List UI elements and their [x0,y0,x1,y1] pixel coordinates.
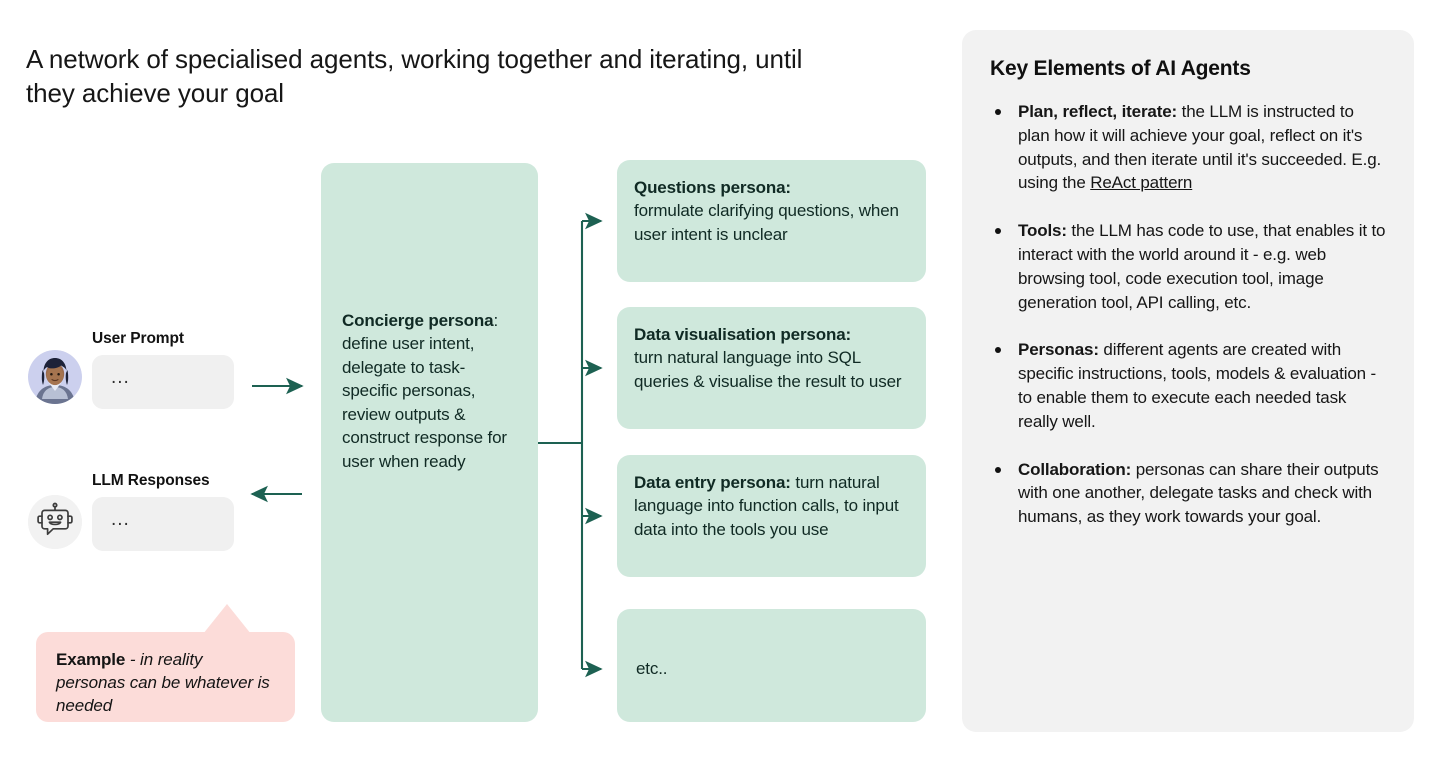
concierge-heading-suffix: : [493,311,499,330]
key-item-text: the LLM has code to use, that enables it… [1018,221,1386,312]
user-avatar [28,350,82,404]
robot-chat-bubble-icon [28,495,82,549]
questions-persona-heading: Questions persona: [634,178,791,197]
data-visualisation-persona-body: turn natural language into SQL queries &… [634,348,902,391]
key-item-term: Collaboration: [1018,459,1132,479]
diagram-canvas: A network of specialised agents, working… [0,0,1440,762]
user-avatar-photo-icon [28,350,82,404]
key-item-tools: Tools: the LLM has code to use, that ena… [990,219,1386,314]
data-entry-persona-box: Data entry persona: turn natural languag… [617,455,926,577]
etc-box: etc.. [617,609,926,722]
questions-persona-body: formulate clarifying questions, when use… [634,201,899,244]
example-callout-tail [203,604,251,634]
questions-persona-box: Questions persona: formulate clarifying … [617,160,926,282]
page-title: A network of specialised agents, working… [26,44,803,109]
bullet-icon [995,228,1001,235]
key-item-personas: Personas: different agents are created w… [990,338,1386,433]
llm-avatar [28,495,82,549]
example-callout-separator: - [125,650,141,669]
example-callout: Example - in reality personas can be wha… [36,632,295,722]
llm-responses-output[interactable]: ... [92,497,234,551]
user-prompt-value: ... [111,367,130,388]
key-item-term: Plan, reflect, iterate: [1018,102,1178,121]
key-elements-list: Plan, reflect, iterate: the LLM is instr… [990,100,1386,529]
key-item-term: Tools: [1018,221,1067,241]
llm-responses-value: ... [111,509,130,530]
user-prompt-label: User Prompt [92,330,184,347]
etc-label: etc.. [636,659,668,678]
bullet-icon [995,109,1001,115]
llm-responses-label: LLM Responses [92,472,210,489]
key-panel-heading: Key Elements of AI Agents [990,57,1251,80]
data-visualisation-persona-heading: Data visualisation persona: [634,325,852,344]
data-visualisation-persona-box: Data visualisation persona: turn natural… [617,307,926,429]
data-entry-persona-heading: Data entry persona: [634,473,791,492]
key-elements-panel: Key Elements of AI Agents Plan, reflect,… [962,30,1414,732]
key-item-plan-reflect-iterate: Plan, reflect, iterate: the LLM is instr… [990,100,1386,195]
user-prompt-group: User Prompt ... [92,330,234,409]
key-item-collaboration: Collaboration: personas can share their … [990,458,1386,529]
concierge-persona-box: Concierge persona: define user intent, d… [321,163,538,722]
llm-responses-group: LLM Responses ... [92,472,234,551]
react-pattern-link[interactable]: ReAct pattern [1090,173,1192,192]
bullet-icon [995,347,1001,354]
concierge-heading: Concierge persona [342,311,494,330]
user-prompt-input[interactable]: ... [92,355,234,409]
concierge-body: define user intent, delegate to task-spe… [342,334,507,471]
bullet-icon [995,466,1001,473]
key-item-term: Personas: [1018,340,1099,360]
example-callout-bold: Example [56,650,126,669]
